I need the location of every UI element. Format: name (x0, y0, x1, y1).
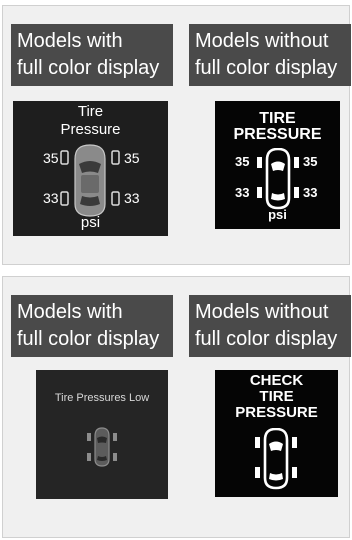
screen-title-line-1: TIRE (259, 110, 296, 127)
header-line-1: Models without (195, 30, 329, 52)
car-top-view-icon (257, 148, 299, 210)
header-line-2: full color display (17, 328, 160, 350)
screen-title-line-2: Pressure (60, 121, 121, 138)
header-line-1: Models with (17, 301, 123, 323)
car-tire-warning-icon (255, 428, 297, 490)
color-display-tire-pressure-screen: Tire Pressure 35 35 33 33 psi (13, 101, 168, 236)
header-without-color-display: Models without full color display (189, 24, 351, 86)
header-line-1: Models without (195, 301, 329, 323)
warning-line-1: CHECK (249, 372, 304, 389)
header-with-color-display: Models with full color display (11, 295, 173, 357)
warning-message: Tire Pressures Low (54, 392, 150, 404)
color-display-low-pressure-screen: Tire Pressures Low (36, 370, 168, 499)
car-tire-warning-icon (87, 427, 117, 467)
bottom-panel: Models with full color display Models wi… (2, 276, 351, 538)
rear-left-pressure: 33 (235, 185, 250, 200)
mono-display-tire-pressure-screen: TIRE PRESSURE 35 35 33 33 psi (215, 101, 340, 229)
front-left-pressure: 35 (235, 154, 250, 169)
header-line-2: full color display (17, 57, 160, 79)
header-line-2: full color display (195, 57, 338, 79)
top-panel: Models with full color display Models wi… (2, 5, 351, 265)
header-without-color-display: Models without full color display (189, 295, 351, 357)
warning-line-3: PRESSURE (235, 404, 318, 421)
header-with-color-display: Models with full color display (11, 24, 173, 86)
car-top-view-icon (60, 144, 120, 217)
header-line-2: full color display (195, 328, 338, 350)
warning-line-2: TIRE (259, 388, 294, 405)
header-line-1: Models with (17, 30, 123, 52)
mono-display-check-pressure-screen: CHECK TIRE PRESSURE (215, 370, 338, 497)
screen-title-line-1: Tire (77, 103, 104, 120)
screen-title-line-2: PRESSURE (233, 126, 322, 143)
